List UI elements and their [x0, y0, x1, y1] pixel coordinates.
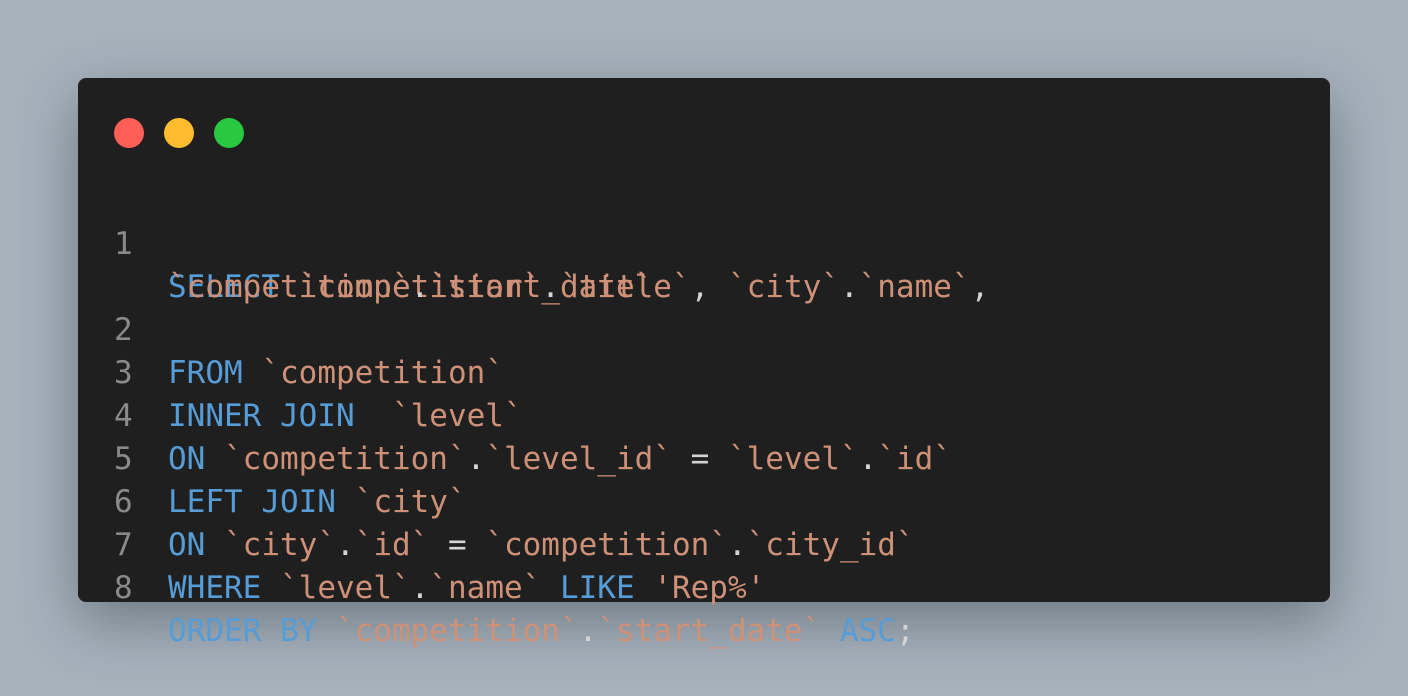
line-text: ORDER BY `competition`.`start_date` ASC;	[168, 610, 915, 653]
keyword-like: LIKE	[559, 570, 635, 606]
code-line-2: 2 FROM `competition`	[78, 266, 1330, 391]
keyword-asc: ASC	[839, 613, 896, 649]
code-line-1-wrap: `competition`.`start_date`	[78, 223, 1330, 305]
code-line-1: 1 SELECT `competition`.`title`, `city`.`…	[78, 180, 1330, 305]
identifier-level: `level`	[280, 570, 411, 606]
code-line-5: 5 LEFT JOIN `city`	[78, 395, 1330, 520]
close-button[interactable]	[114, 118, 144, 148]
code-line-4: 4 ON `competition`.`level_id` = `level`.…	[78, 352, 1330, 477]
identifier-competition: `competition`	[335, 613, 579, 649]
code-line-6: 6 ON `city`.`id` = `competition`.`city_i…	[78, 438, 1330, 563]
dot: .	[578, 613, 598, 649]
string-literal: 'Rep%'	[653, 570, 766, 606]
identifier-name: `name`	[429, 570, 542, 606]
line-number: 8	[114, 570, 133, 606]
dot: .	[410, 570, 430, 606]
keyword-order-by: ORDER BY	[168, 613, 318, 649]
identifier-start-date: `start_date`	[597, 613, 822, 649]
line-text: WHERE `level`.`name` LIKE 'Rep%'	[168, 567, 765, 610]
minimize-button[interactable]	[164, 118, 194, 148]
code-line-3: 3 INNER JOIN `level`	[78, 309, 1330, 434]
code-line-8: 8 ORDER BY `competition`.`start_date` AS…	[78, 524, 1330, 649]
maximize-button[interactable]	[214, 118, 244, 148]
code-line-7: 7 WHERE `level`.`name` LIKE 'Rep%'	[78, 481, 1330, 606]
code-block[interactable]: 1 SELECT `competition`.`title`, `city`.`…	[78, 180, 1330, 649]
code-window: 1 SELECT `competition`.`title`, `city`.`…	[78, 78, 1330, 649]
semicolon: ;	[895, 613, 915, 649]
